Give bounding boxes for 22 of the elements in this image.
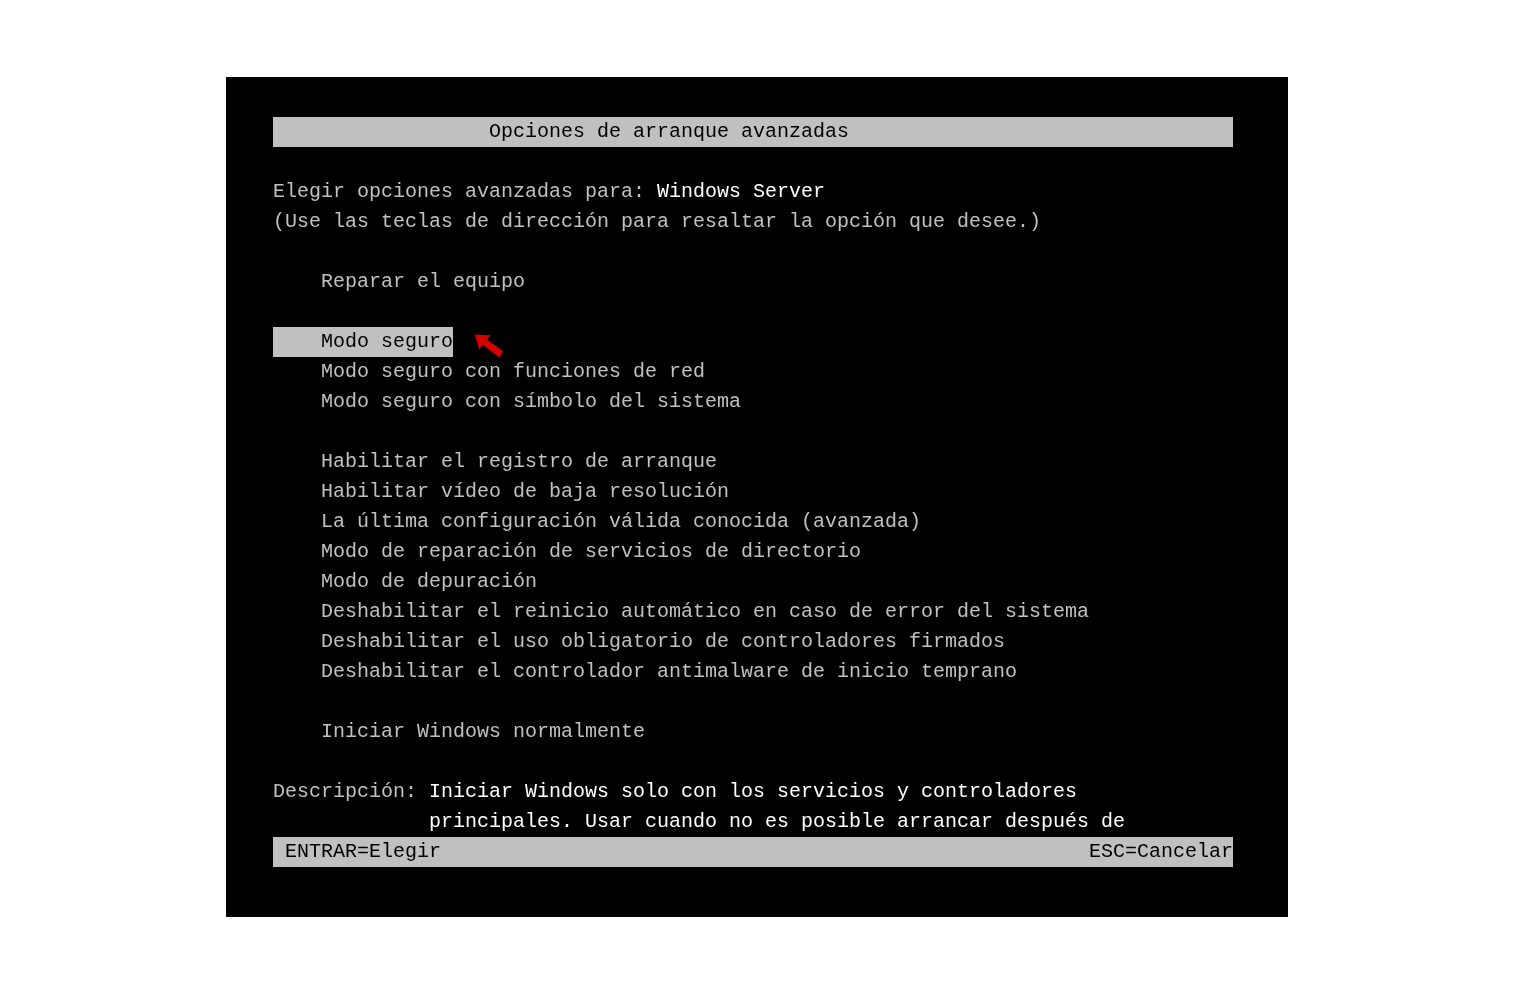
prompt-text: Elegir opciones avanzadas para: <box>273 179 646 205</box>
menu-item[interactable]: Modo de depuración <box>273 567 538 597</box>
menu-item[interactable]: Habilitar vídeo de baja resolución <box>273 477 730 507</box>
menu-item[interactable]: Modo seguro con símbolo del sistema <box>273 387 742 417</box>
menu-item[interactable]: Deshabilitar el reinicio automático en caso de error del sistema <box>273 597 1090 627</box>
menu-item[interactable]: Modo seguro <box>273 327 454 357</box>
hint-text: (Use las teclas de dirección para resaltar la opción que desee.) <box>273 209 1042 235</box>
menu-item[interactable]: Modo de reparación de servicios de directorio <box>273 537 862 567</box>
menu-item[interactable]: Habilitar el registro de arranque <box>273 447 718 477</box>
description-text: principales. Usar cuando no es posible arrancar después de <box>429 809 1126 835</box>
header-bar: Opciones de arranque avanzadas <box>273 117 1233 147</box>
description-text: Iniciar Windows solo con los servicios y controladores <box>429 779 1078 805</box>
menu-item[interactable]: Deshabilitar el controlador antimalware de inicio temprano <box>273 657 1018 687</box>
menu-item[interactable]: Iniciar Windows normalmente <box>273 717 646 747</box>
description-label: Descripción: <box>273 779 419 805</box>
enter-hint: ENTRAR=Elegir <box>285 839 442 865</box>
menu-item[interactable]: La última configuración válida conocida (avanzada) <box>273 507 922 537</box>
os-name: Windows Server <box>657 179 826 205</box>
escape-hint: ESC=Cancelar <box>1088 839 1233 865</box>
menu-item[interactable]: Deshabilitar el uso obligatorio de controladores firmados <box>273 627 1006 657</box>
menu-item[interactable]: Modo seguro con funciones de red <box>273 357 706 387</box>
menu-item[interactable]: Reparar el equipo <box>273 267 526 297</box>
